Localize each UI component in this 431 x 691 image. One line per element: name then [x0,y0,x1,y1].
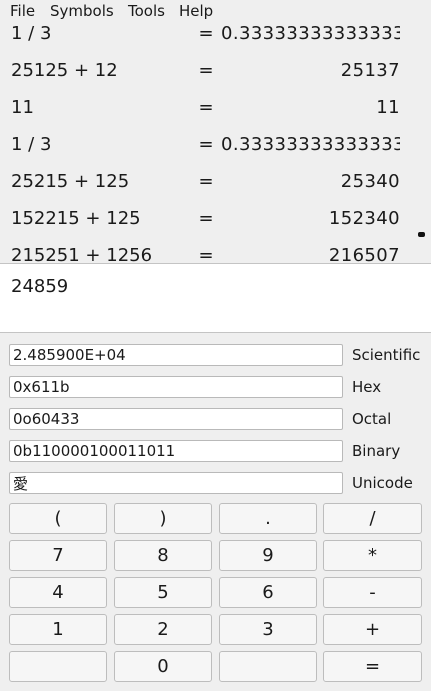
history-equals: = [198,97,214,118]
history-row[interactable]: 215251 + 1256 = 216507 [0,244,405,262]
history-row[interactable]: 25125 + 12 = 25137 [0,59,405,83]
unicode-label: Unicode [352,474,413,492]
binary-label: Binary [352,442,401,460]
digit-6-button[interactable]: 6 [219,577,317,608]
digit-1-button[interactable]: 1 [9,614,107,645]
blank-key-left[interactable] [9,651,107,682]
scientific-field[interactable] [9,344,343,366]
history-result: 25137 [340,60,400,81]
history-row[interactable]: 25215 + 125 = 25340 [0,170,405,194]
digit-0-button[interactable]: 0 [114,651,212,682]
history-equals: = [198,60,214,81]
history-result: 11 [376,97,400,118]
multiply-button[interactable]: * [323,540,422,571]
history-expression: 152215 + 125 [11,208,141,229]
digit-8-button[interactable]: 8 [114,540,212,571]
digit-5-button[interactable]: 5 [114,577,212,608]
history-expression: 1 / 3 [11,23,52,44]
history-result: 0.333333333333333 [221,134,400,155]
history-row[interactable]: 1 / 3 = 0.333333333333333 [0,22,405,46]
history-expression: 11 [11,97,34,118]
menu-symbols[interactable]: Symbols [50,2,114,20]
display-value: 24859 [11,276,69,297]
history-row[interactable]: 1 / 3 = 0.333333333333333 [0,133,405,157]
history-expression: 25215 + 125 [11,171,130,192]
history-equals: = [198,134,214,155]
equals-button[interactable]: = [323,651,422,682]
history-expression: 25125 + 12 [11,60,118,81]
history-equals: = [198,245,214,262]
scroll-indicator[interactable] [418,232,425,237]
decimal-button[interactable]: . [219,503,317,534]
digit-7-button[interactable]: 7 [9,540,107,571]
history-row[interactable]: 11 = 11 [0,96,405,120]
menu-file[interactable]: File [10,2,35,20]
scientific-label: Scientific [352,346,421,364]
history-result: 25340 [340,171,400,192]
subtract-button[interactable]: - [323,577,422,608]
history-expression: 1 / 3 [11,134,52,155]
hex-field[interactable] [9,376,343,398]
digit-3-button[interactable]: 3 [219,614,317,645]
close-paren-button[interactable]: ) [114,503,212,534]
open-paren-button[interactable]: ( [9,503,107,534]
unicode-field[interactable] [9,472,343,494]
digit-9-button[interactable]: 9 [219,540,317,571]
history-result: 152340 [328,208,400,229]
divide-button[interactable]: / [323,503,422,534]
blank-key-right[interactable] [219,651,317,682]
history-result: 0.333333333333333 [221,23,400,44]
expression-display[interactable]: 24859 [0,263,431,333]
digit-4-button[interactable]: 4 [9,577,107,608]
history-equals: = [198,171,214,192]
binary-field[interactable] [9,440,343,462]
digit-2-button[interactable]: 2 [114,614,212,645]
history-expression: 215251 + 1256 [11,245,153,262]
history-result: 216507 [328,245,400,262]
octal-field[interactable] [9,408,343,430]
history-list[interactable]: 1 / 3 = 0.333333333333333 25125 + 12 = 2… [0,22,431,262]
history-equals: = [198,23,214,44]
octal-label: Octal [352,410,392,428]
history-row[interactable]: 152215 + 125 = 152340 [0,207,405,231]
menu-help[interactable]: Help [179,2,213,20]
history-equals: = [198,208,214,229]
menu-bar: File Symbols Tools Help [0,0,431,22]
add-button[interactable]: + [323,614,422,645]
menu-tools[interactable]: Tools [128,2,165,20]
hex-label: Hex [352,378,382,396]
